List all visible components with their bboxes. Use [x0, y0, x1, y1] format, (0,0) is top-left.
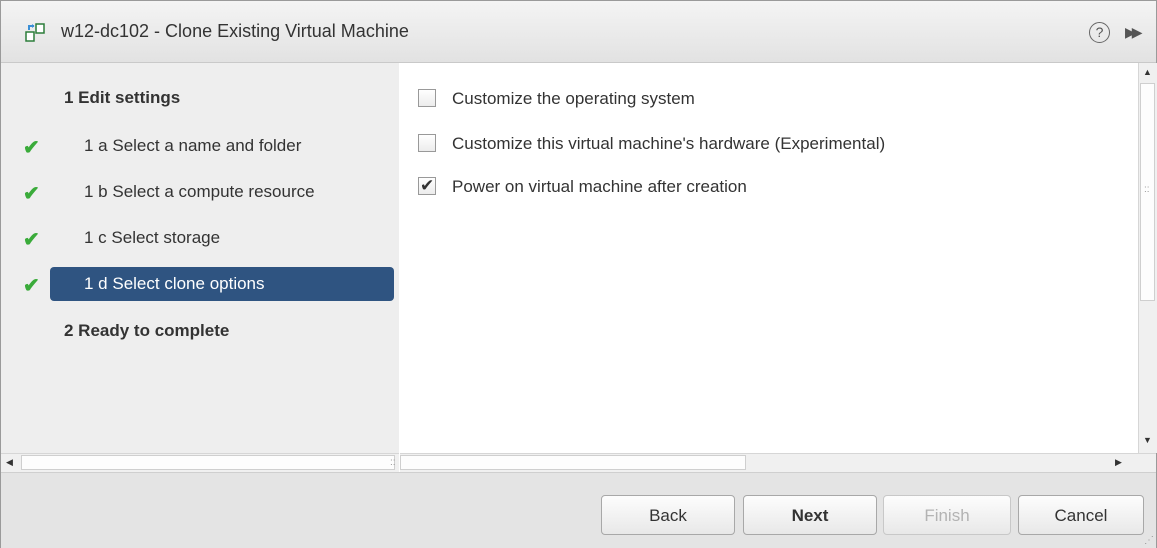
nav-step-edit-settings[interactable]: 1 Edit settings — [64, 88, 180, 108]
power-on-label[interactable]: Power on virtual machine after creation — [452, 175, 747, 199]
scroll-up-arrow-icon[interactable]: ▲ — [1143, 67, 1152, 77]
power-on-checkbox[interactable]: ✔ — [418, 176, 436, 195]
nav-horizontal-scroll-thumb[interactable]: :: — [21, 455, 396, 470]
next-button[interactable]: Next — [743, 495, 877, 535]
content-horizontal-scroll-thumb[interactable] — [400, 455, 746, 470]
scroll-right-arrow-icon[interactable]: ▶ — [1115, 457, 1122, 468]
check-icon: ✔ — [23, 183, 40, 205]
check-icon: ✔ — [23, 229, 40, 251]
expand-icon[interactable]: ▶▶ — [1125, 24, 1142, 41]
customize-hardware-label[interactable]: Customize this virtual machine's hardwar… — [452, 132, 885, 156]
wizard-nav: 1 Edit settings ✔ 1 a Select a name and … — [1, 63, 399, 453]
checkmark-icon: ✔ — [420, 176, 435, 195]
dialog-footer: Back Next Finish Cancel ⋰ — [1, 472, 1156, 548]
grip-icon: :: — [1144, 184, 1150, 195]
nav-item-compute-resource[interactable]: 1 b Select a compute resource — [50, 175, 394, 209]
nav-item-name-folder[interactable]: 1 a Select a name and folder — [50, 129, 394, 163]
check-icon: ✔ — [23, 275, 40, 297]
content-vertical-scrollbar[interactable]: ▲ :: ▼ — [1138, 63, 1157, 453]
vertical-scroll-thumb[interactable]: :: — [1140, 83, 1155, 301]
back-button[interactable]: Back — [601, 495, 735, 535]
help-icon[interactable]: ? — [1089, 22, 1110, 43]
grip-icon: :: — [390, 457, 396, 468]
nav-step-ready-to-complete[interactable]: 2 Ready to complete — [64, 321, 229, 341]
scroll-down-arrow-icon[interactable]: ▼ — [1143, 435, 1152, 445]
clone-vm-dialog: w12-dc102 - Clone Existing Virtual Machi… — [0, 0, 1157, 548]
nav-item-clone-options[interactable]: 1 d Select clone options — [50, 267, 394, 301]
dialog-title: w12-dc102 - Clone Existing Virtual Machi… — [61, 21, 409, 41]
customize-os-checkbox[interactable] — [418, 89, 436, 107]
check-icon: ✔ — [23, 137, 40, 159]
customize-hardware-checkbox[interactable] — [418, 134, 436, 152]
cancel-button[interactable]: Cancel — [1018, 495, 1144, 535]
finish-button: Finish — [883, 495, 1011, 535]
clone-vm-icon — [25, 23, 45, 42]
scroll-left-arrow-icon[interactable]: ◀ — [6, 457, 13, 468]
customize-os-label[interactable]: Customize the operating system — [452, 87, 695, 111]
nav-item-storage[interactable]: 1 c Select storage — [50, 221, 394, 255]
clone-options-panel: Customize the operating system Customize… — [400, 63, 1138, 453]
dialog-titlebar: w12-dc102 - Clone Existing Virtual Machi… — [1, 1, 1156, 63]
resize-grip-icon[interactable]: ⋰ — [1144, 535, 1154, 546]
nav-horizontal-scrollbar[interactable]: ◀ :: — [1, 453, 399, 472]
content-horizontal-scrollbar[interactable]: ▶ — [400, 453, 1156, 472]
